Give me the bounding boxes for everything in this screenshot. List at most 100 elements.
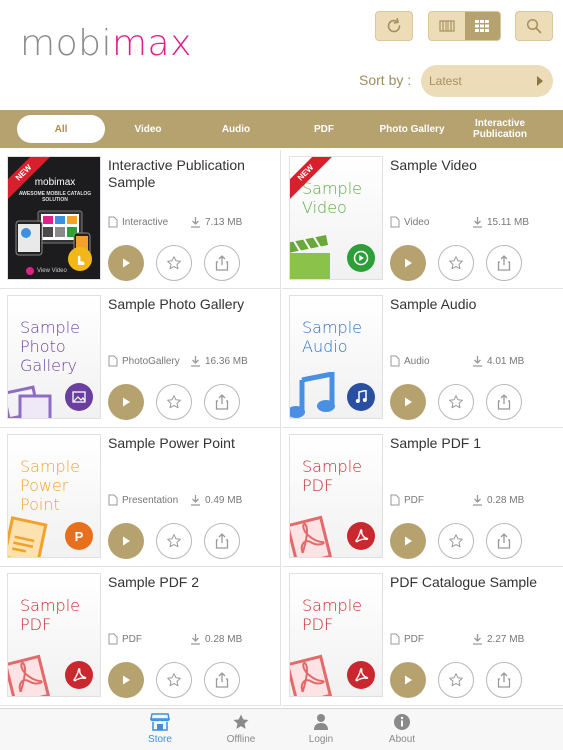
play-button[interactable] [390,384,426,420]
favorite-button[interactable] [156,662,192,698]
catalog-item: Sample Video NEW Sample Video Video 15.1… [282,150,563,289]
sort-value: Latest [429,74,462,88]
photo-icon [65,383,93,411]
item-thumbnail[interactable]: Sample PDF [7,573,101,697]
favorite-button[interactable] [156,384,192,420]
share-button[interactable] [486,384,522,420]
item-title[interactable]: Sample Audio [390,296,558,313]
refresh-button[interactable] [375,11,413,41]
item-type-label: Audio [404,355,430,367]
favorite-button[interactable] [438,523,474,559]
share-icon [215,672,229,688]
item-title[interactable]: PDF Catalogue Sample [390,574,558,591]
music-note-deco [290,372,335,418]
share-icon [215,533,229,549]
play-icon [405,397,412,407]
star-icon [449,395,463,409]
category-tab-all[interactable]: All [17,115,105,143]
favorite-button[interactable] [156,245,192,281]
item-title[interactable]: Sample Video [390,157,558,174]
item-actions [108,662,240,698]
item-actions [108,523,240,559]
share-button[interactable] [204,662,240,698]
category-tab-photo-gallery[interactable]: Photo Gallery [372,110,452,148]
download-icon [473,356,482,367]
item-title[interactable]: Sample Photo Gallery [108,296,276,313]
item-thumbnail[interactable]: mobimax AWESOME MOBILE CATALOG SOLUTION … [7,156,101,280]
item-type: Video [390,214,429,230]
item-size: 2.27 MB [472,631,524,647]
category-bar: All Video Audio PDF Photo Gallery Intera… [0,110,563,148]
category-tab-audio[interactable]: Audio [206,110,266,148]
tab-offline-label: Offline [226,734,256,745]
tab-login[interactable]: Login [286,713,356,749]
item-type: Audio [390,353,430,369]
thumb-text: Sample PDF [302,457,362,495]
list-view-icon [439,20,455,32]
share-button[interactable] [486,245,522,281]
document-deco [8,516,48,557]
grid-view-icon [475,20,490,32]
item-thumbnail[interactable]: Sample PDF [289,573,383,697]
favorite-button[interactable] [438,662,474,698]
tab-store[interactable]: Store [125,713,195,749]
play-button[interactable] [108,523,144,559]
play-button[interactable] [390,523,426,559]
thumb-text: Sample PDF [20,596,80,634]
share-icon [215,394,229,410]
catalog-item: Sample Photo Gallery Sample Photo Galler… [0,289,281,428]
item-thumbnail[interactable]: Sample Power Point P [7,434,101,558]
logo-part1: mobi [20,23,112,64]
item-actions [108,245,240,281]
item-actions [108,384,240,420]
pdf-icon [347,522,375,550]
file-icon [390,494,400,506]
search-button[interactable] [515,11,553,41]
share-button[interactable] [486,662,522,698]
category-tab-pdf[interactable]: PDF [294,110,354,148]
item-title[interactable]: Sample Power Point [108,435,276,452]
category-tab-video[interactable]: Video [118,110,178,148]
favorite-button[interactable] [438,384,474,420]
item-type: Presentation [108,492,178,508]
play-icon [123,675,130,685]
item-thumbnail[interactable]: Sample Video NEW [289,156,383,280]
sort-select[interactable]: Latest [421,65,553,97]
play-button[interactable] [390,662,426,698]
item-thumbnail[interactable]: Sample Photo Gallery [7,295,101,419]
powerpoint-icon: P [65,522,93,550]
file-icon [108,216,118,228]
item-title[interactable]: Interactive Publication Sample [108,157,276,191]
catalog-item: Sample PDF Sample PDF 1 PDF 0.28 MB [282,428,563,567]
grid-view-button[interactable] [464,12,500,40]
item-thumbnail[interactable]: Sample Audio [289,295,383,419]
item-size-label: 0.28 MB [205,633,243,645]
share-button[interactable] [204,523,240,559]
category-tab-interactive-publication[interactable]: Interactive Publication [465,110,535,148]
list-view-button[interactable] [429,12,465,40]
sort-label: Sort by : [359,72,412,88]
info-icon [394,714,410,730]
share-button[interactable] [486,523,522,559]
play-button[interactable] [108,384,144,420]
play-icon [123,397,130,407]
favorite-button[interactable] [156,523,192,559]
item-title[interactable]: Sample PDF 1 [390,435,558,452]
play-button[interactable] [108,245,144,281]
file-icon [390,633,400,645]
refresh-icon [387,18,401,33]
logo-part2: max [111,23,192,64]
share-button[interactable] [204,384,240,420]
tab-about[interactable]: About [367,713,437,749]
item-title[interactable]: Sample PDF 2 [108,574,276,591]
video-icon [347,244,375,272]
tab-offline[interactable]: Offline [206,713,276,749]
music-icon [347,383,375,411]
item-thumbnail[interactable]: Sample PDF [289,434,383,558]
play-button[interactable] [390,245,426,281]
item-size: 7.13 MB [190,214,242,230]
share-button[interactable] [204,245,240,281]
play-button[interactable] [108,662,144,698]
favorite-button[interactable] [438,245,474,281]
item-type-label: PhotoGallery [122,355,180,367]
